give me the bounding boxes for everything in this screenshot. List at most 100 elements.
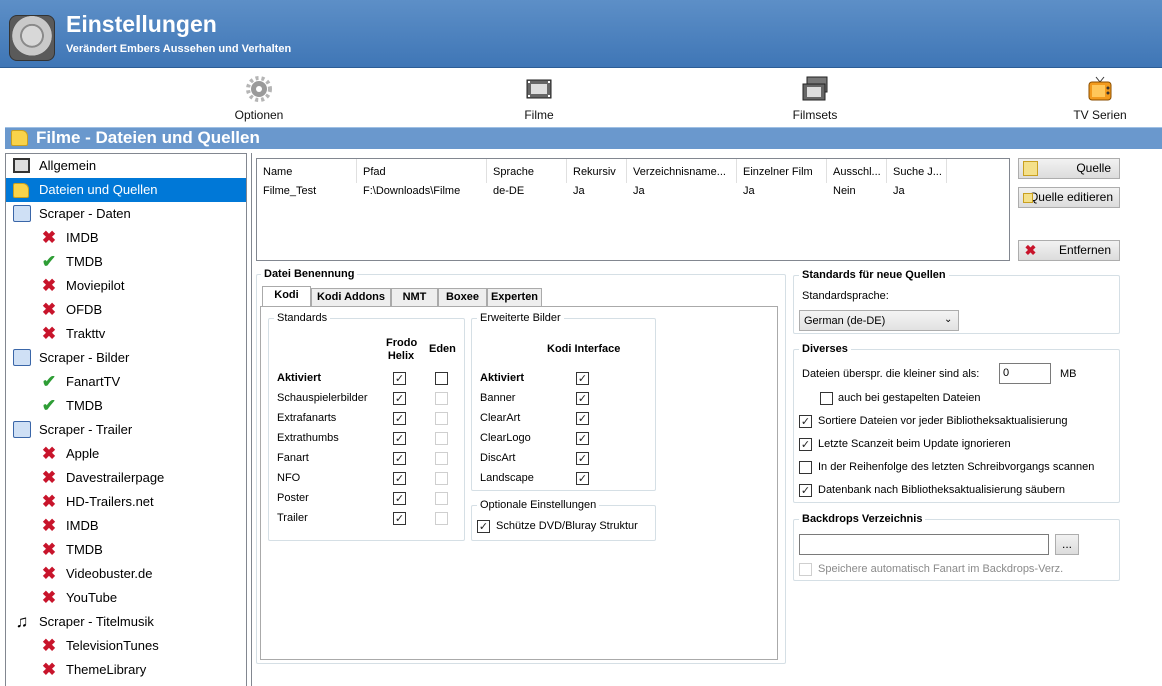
backdrops-path-input[interactable] [799, 534, 1049, 555]
sidebar-item[interactable]: ✖ HD-Trailers.net [6, 490, 246, 514]
eden-checkbox[interactable] [435, 392, 448, 405]
film-icon [526, 79, 552, 99]
sidebar-item[interactable]: ✖ OFDB [6, 298, 246, 322]
auto-save-fanart-label: Speichere automatisch Fanart im Backdrop… [818, 563, 1064, 575]
frodo-checkbox[interactable]: ✓ [393, 412, 406, 425]
frodo-checkbox[interactable]: ✓ [393, 512, 406, 525]
sidebar-item[interactable]: Allgemein [6, 154, 246, 178]
sidebar-item-label: OFDB [66, 302, 103, 317]
sidebar-item[interactable]: Scraper - Trailer [6, 418, 246, 442]
sidebar-item[interactable]: ✖ YouTube [6, 586, 246, 610]
app-subtitle: Verändert Embers Aussehen und Verhalten [66, 43, 292, 55]
edit-source-button[interactable]: Quelle editieren [1018, 187, 1120, 208]
misc-option-checkbox[interactable]: ✓ [799, 438, 812, 451]
frodo-checkbox[interactable]: ✓ [393, 372, 406, 385]
remove-source-button[interactable]: ✖ Entfernen [1018, 240, 1120, 261]
protect-dvd-structure-checkbox[interactable]: ✓ [477, 520, 490, 533]
optional-settings-title: Optionale Einstellungen [477, 499, 600, 512]
extended-row-label: DiscArt [480, 452, 516, 464]
sidebar-item-label: Allgemein [39, 158, 97, 173]
add-source-button[interactable]: Quelle [1018, 158, 1120, 179]
tab-nmt[interactable]: NMT [391, 288, 438, 306]
column-header[interactable]: Name [257, 159, 357, 183]
eden-checkbox[interactable] [435, 372, 448, 385]
kodi-interface-checkbox[interactable]: ✓ [576, 412, 589, 425]
eden-checkbox[interactable] [435, 492, 448, 505]
sidebar-item[interactable]: Scraper - Bilder [6, 346, 246, 370]
sidebar-item[interactable]: ✖ ThemeLibrary [6, 658, 246, 682]
sidebar-item[interactable]: ✖ IMDB [6, 226, 246, 250]
extended-row-label: ClearArt [480, 412, 521, 424]
extended-row-label: Landscape [480, 472, 534, 484]
skip-size-input[interactable]: 0 [999, 363, 1051, 384]
toolbar-filme[interactable]: Filme [479, 72, 599, 122]
sidebar-item[interactable]: ✖ Apple [6, 442, 246, 466]
x-icon: ✖ [41, 660, 57, 679]
frodo-checkbox[interactable]: ✓ [393, 452, 406, 465]
kodi-interface-checkbox[interactable]: ✓ [576, 392, 589, 405]
kodi-interface-checkbox[interactable]: ✓ [576, 472, 589, 485]
frodo-checkbox[interactable]: ✓ [393, 392, 406, 405]
kodi-interface-checkbox[interactable]: ✓ [576, 372, 589, 385]
column-header[interactable]: Pfad [357, 159, 487, 183]
sources-list[interactable]: Name Pfad Sprache Rekursiv Verzeichnisname..… [256, 158, 1010, 261]
tab-kodi-addons[interactable]: Kodi Addons [311, 288, 391, 306]
check-icon: ✔ [41, 252, 57, 271]
eden-checkbox[interactable] [435, 512, 448, 525]
sidebar-item[interactable]: ✔ TMDB [6, 394, 246, 418]
column-header[interactable]: Suche J... [887, 159, 947, 183]
stacked-files-checkbox[interactable] [820, 392, 833, 405]
check-icon: ✔ [41, 396, 57, 415]
tab-experten[interactable]: Experten [487, 288, 542, 306]
frodo-checkbox[interactable]: ✓ [393, 492, 406, 505]
sidebar-item[interactable]: ✔ TMDB [6, 250, 246, 274]
kodi-interface-checkbox[interactable]: ✓ [576, 432, 589, 445]
sidebar-item[interactable]: ✔ FanartTV [6, 370, 246, 394]
misc-option-checkbox[interactable] [799, 461, 812, 474]
standards-row-label: Poster [277, 492, 309, 504]
eden-checkbox[interactable] [435, 452, 448, 465]
x-icon: ✖ [41, 300, 57, 319]
filmsets-icon [802, 76, 828, 101]
sidebar-item[interactable]: ✖ Videobuster.de [6, 562, 246, 586]
sidebar-item-label: IMDB [66, 518, 99, 533]
remove-source-label: Entfernen [1058, 243, 1111, 257]
kodi-interface-column-header: Kodi Interface [547, 343, 621, 355]
sidebar-item[interactable]: ♫ Scraper - Titelmusik [6, 610, 246, 634]
x-icon: ✖ [41, 276, 57, 295]
column-header[interactable]: Sprache [487, 159, 567, 183]
sidebar-item[interactable]: Dateien und Quellen [6, 178, 246, 202]
frodo-checkbox[interactable]: ✓ [393, 472, 406, 485]
sidebar-item[interactable]: ✖ IMDB [6, 514, 246, 538]
eden-checkbox[interactable] [435, 432, 448, 445]
toolbar-filmsets[interactable]: Filmsets [755, 72, 875, 122]
sidebar-item[interactable]: ✖ TelevisionTunes [6, 634, 246, 658]
backdrops-title: Backdrops Verzeichnis [799, 513, 926, 526]
eden-checkbox[interactable] [435, 472, 448, 485]
auto-save-fanart-checkbox[interactable] [799, 563, 812, 576]
kodi-interface-checkbox[interactable]: ✓ [576, 452, 589, 465]
browse-backdrops-button[interactable]: ... [1055, 534, 1079, 555]
misc-option-checkbox[interactable]: ✓ [799, 484, 812, 497]
misc-option-checkbox[interactable]: ✓ [799, 415, 812, 428]
eden-checkbox[interactable] [435, 412, 448, 425]
table-cell: F:\Downloads\Filme [363, 185, 461, 197]
toolbar-optionen[interactable]: Optionen [199, 72, 319, 122]
sidebar-item[interactable]: ✖ Trakttv [6, 322, 246, 346]
tab-kodi[interactable]: Kodi [262, 286, 311, 306]
sidebar-item[interactable]: ✖ Davestrailerpage [6, 466, 246, 490]
sidebar-item[interactable]: Scraper - Daten [6, 202, 246, 226]
sidebar-item[interactable]: ✖ Moviepilot [6, 274, 246, 298]
x-icon: ✖ [41, 588, 57, 607]
column-header[interactable]: Rekursiv [567, 159, 627, 183]
sidebar-item-label: TelevisionTunes [66, 638, 159, 653]
standards-row-label: Trailer [277, 512, 308, 524]
tab-boxee[interactable]: Boxee [438, 288, 487, 306]
sidebar-item[interactable]: ✖ TMDB [6, 538, 246, 562]
toolbar-tv-serien[interactable]: TV Serien [1040, 72, 1160, 122]
column-header[interactable]: Ausschl... [827, 159, 887, 183]
column-header[interactable]: Verzeichnisname... [627, 159, 737, 183]
frodo-checkbox[interactable]: ✓ [393, 432, 406, 445]
default-language-select[interactable]: German (de-DE) ⌄ [799, 310, 959, 331]
column-header[interactable]: Einzelner Film [737, 159, 827, 183]
